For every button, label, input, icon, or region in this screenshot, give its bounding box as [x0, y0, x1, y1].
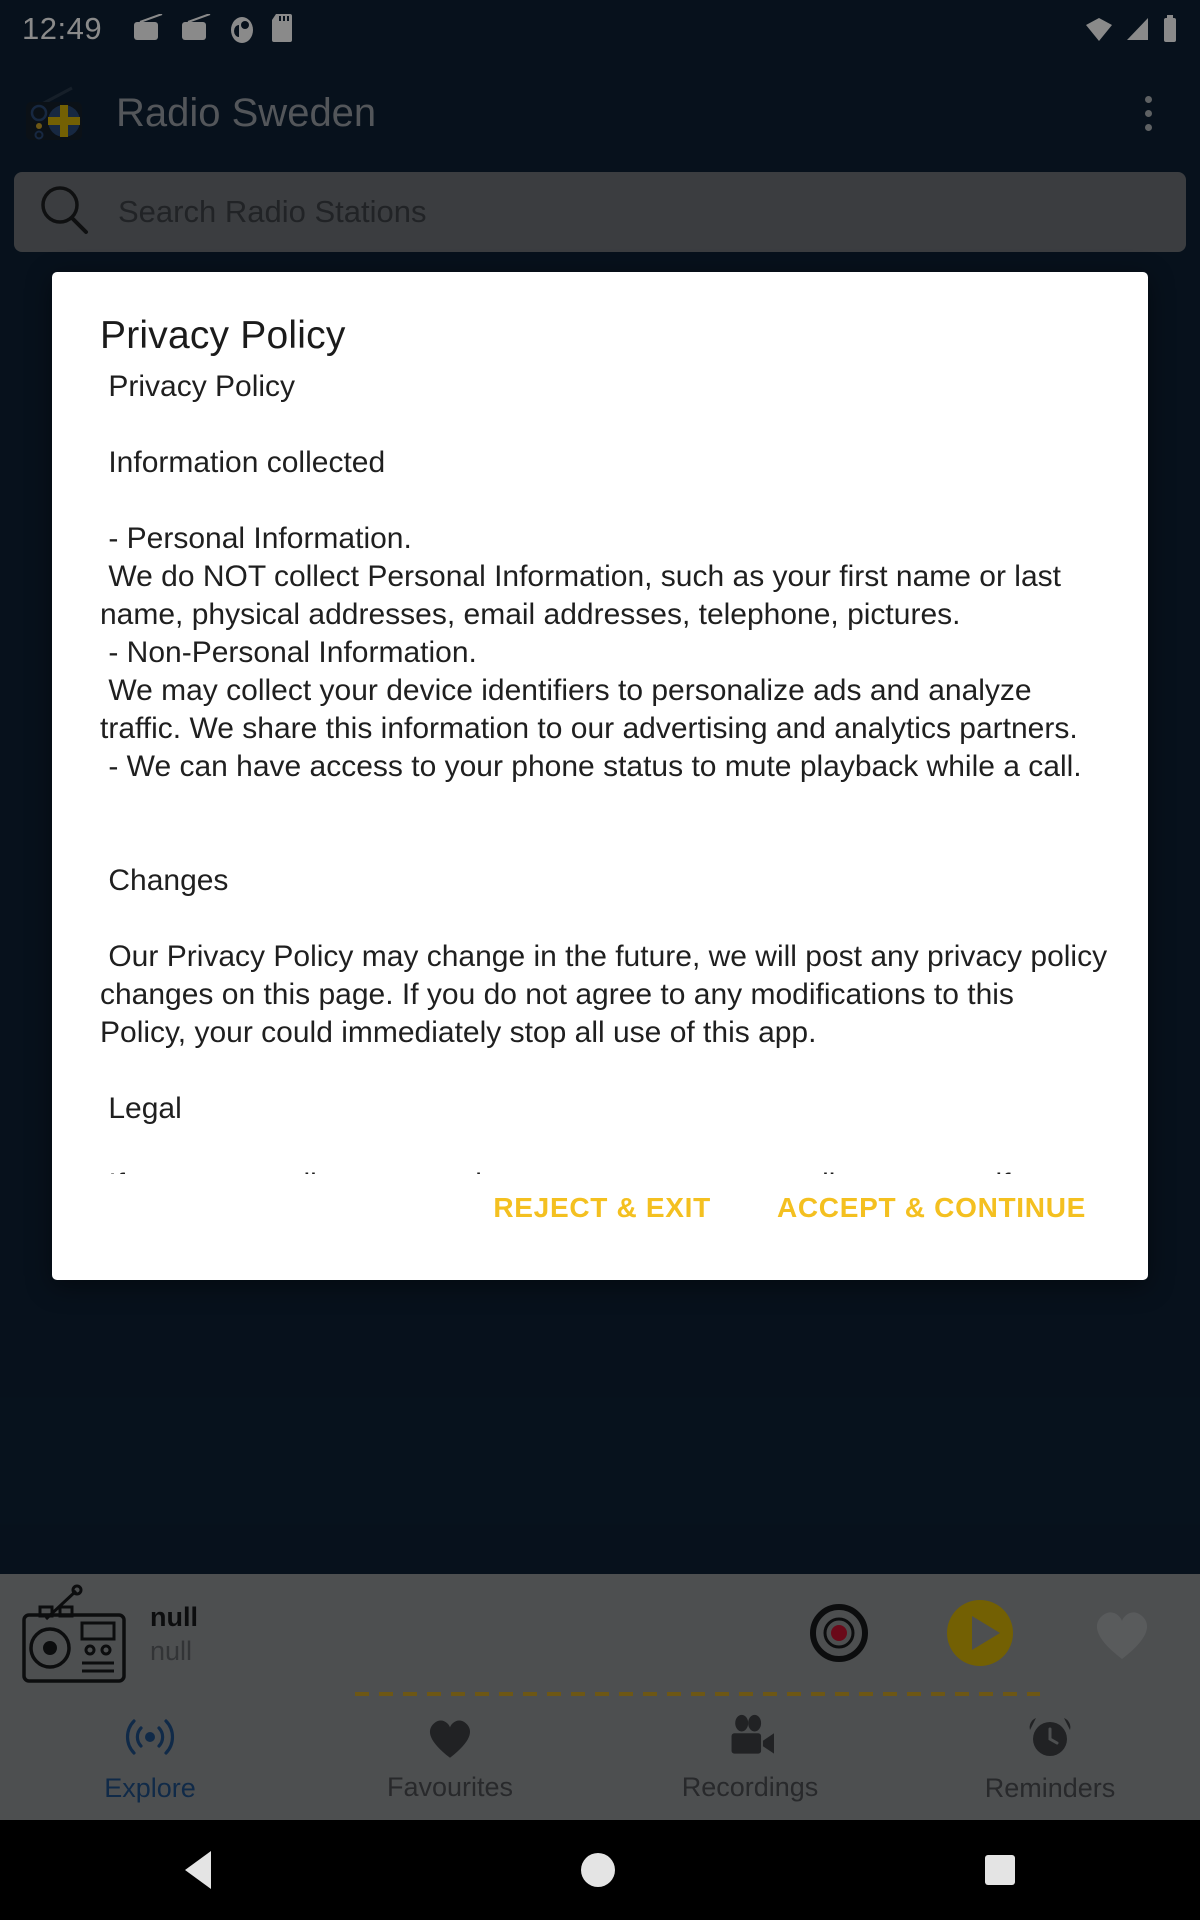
device-screen: 12:49 Radio Sweden Search Radio Stations… [0, 0, 1200, 1920]
back-icon[interactable] [185, 1851, 211, 1889]
system-navigation-bar [0, 1820, 1200, 1920]
dialog-title: Privacy Policy [100, 314, 346, 357]
privacy-policy-dialog: Privacy Policy Privacy Policy Informatio… [52, 272, 1148, 1280]
reject-and-exit-button[interactable]: REJECT & EXIT [471, 1174, 733, 1242]
recents-icon[interactable] [985, 1855, 1015, 1885]
accept-and-continue-button[interactable]: ACCEPT & CONTINUE [755, 1174, 1108, 1242]
dialog-actions: REJECT & EXIT ACCEPT & CONTINUE [52, 1174, 1148, 1280]
home-icon[interactable] [581, 1853, 615, 1887]
dialog-body-text: Privacy Policy Information collected - P… [100, 370, 1108, 1174]
